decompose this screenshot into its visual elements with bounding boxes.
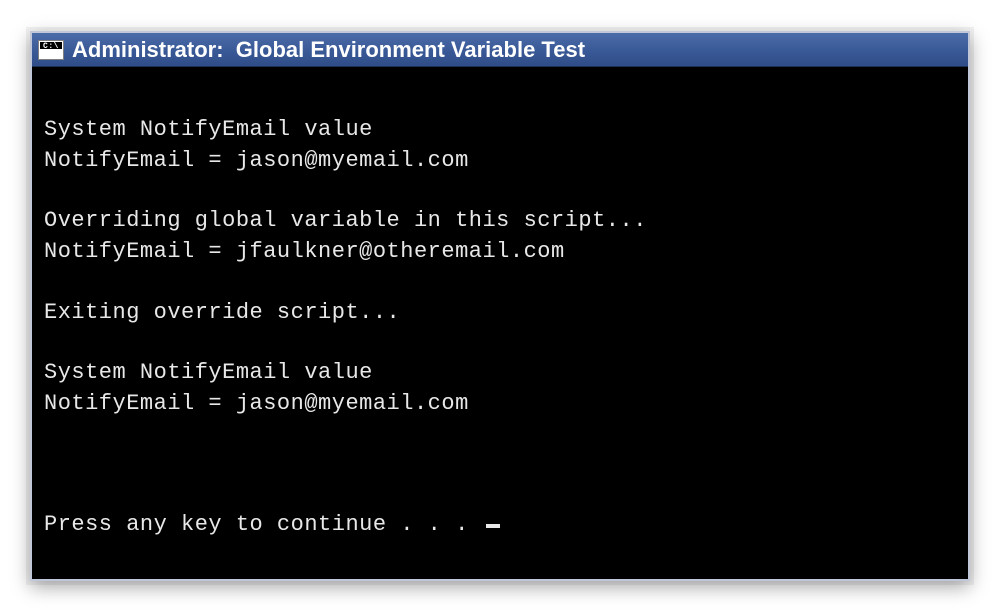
window-title: Administrator: Global Environment Variab…: [72, 37, 585, 63]
text-cursor: [486, 524, 500, 528]
command-prompt-window: C:\ Administrator: Global Environment Va…: [30, 31, 970, 581]
console-prompt: Press any key to continue . . .: [44, 512, 482, 537]
console-lines: System NotifyEmail value NotifyEmail = j…: [44, 117, 647, 415]
console-output[interactable]: System NotifyEmail value NotifyEmail = j…: [32, 67, 968, 579]
title-bar[interactable]: C:\ Administrator: Global Environment Va…: [32, 33, 968, 67]
system-menu-icon[interactable]: C:\: [38, 40, 64, 60]
system-menu-icon-label: C:\: [43, 43, 59, 51]
